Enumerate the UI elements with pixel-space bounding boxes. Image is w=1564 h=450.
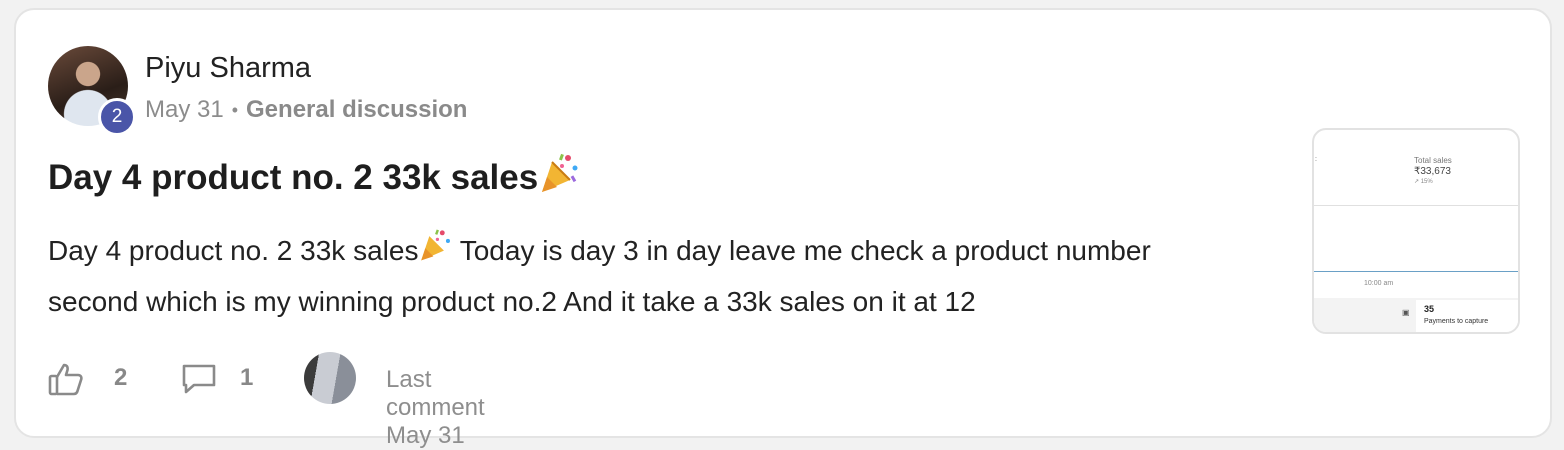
like-button[interactable] [48, 362, 84, 401]
thumbnail-stats: : Total sales ₹33,673 ↗ 15% [1314, 130, 1518, 206]
post-meta: May 31 • General discussion [145, 96, 467, 124]
thumbnail-footer: ▣ 35 Payments to capture [1314, 298, 1518, 332]
thumbnail-count: 35 [1424, 304, 1435, 314]
thumbnail-time: 10:00 am [1364, 280, 1394, 287]
level-badge: 2 [98, 98, 136, 136]
post-title-text: Day 4 product no. 2 33k sales [48, 157, 539, 197]
thumbnail-count-label: Payments to capture [1424, 318, 1489, 325]
meta-separator: • [231, 99, 239, 120]
post-body[interactable]: Day 4 product no. 2 33k sales Today is d… [48, 226, 1248, 326]
comment-button[interactable] [180, 362, 218, 401]
thumbnail-count-box: 35 Payments to capture [1416, 300, 1518, 332]
party-popper-icon [418, 228, 452, 277]
last-comment-text[interactable]: Last comment May 31 [386, 366, 485, 450]
thumbnail-label: Total sales [1414, 156, 1452, 165]
post-card[interactable]: 2 Piyu Sharma May 31 • General discussio… [14, 8, 1552, 449]
post-body-lead: Day 4 product no. 2 33k sales [48, 235, 419, 266]
party-popper-icon [538, 152, 580, 203]
commenter-avatar[interactable] [304, 352, 356, 404]
thumbnail-value: ₹33,673 [1414, 166, 1451, 177]
comment-icon [180, 362, 218, 401]
thumbnail-mark: : [1315, 156, 1317, 163]
like-count: 2 [114, 364, 128, 391]
calendar-icon: ▣ [1402, 308, 1410, 317]
post-title[interactable]: Day 4 product no. 2 33k sales [48, 152, 580, 203]
author-avatar[interactable]: 2 [48, 46, 136, 136]
post-date: May 31 [145, 96, 224, 123]
author-name[interactable]: Piyu Sharma [145, 52, 311, 85]
comment-count: 1 [240, 364, 254, 391]
thumbnail-chart-line [1314, 271, 1518, 272]
post-category[interactable]: General discussion [246, 96, 467, 124]
post-thumbnail[interactable]: : Total sales ₹33,673 ↗ 15% 10:00 am ▣ 3… [1312, 128, 1520, 334]
thumbs-up-icon [48, 362, 84, 401]
thumbnail-delta: ↗ 15% [1414, 179, 1433, 185]
